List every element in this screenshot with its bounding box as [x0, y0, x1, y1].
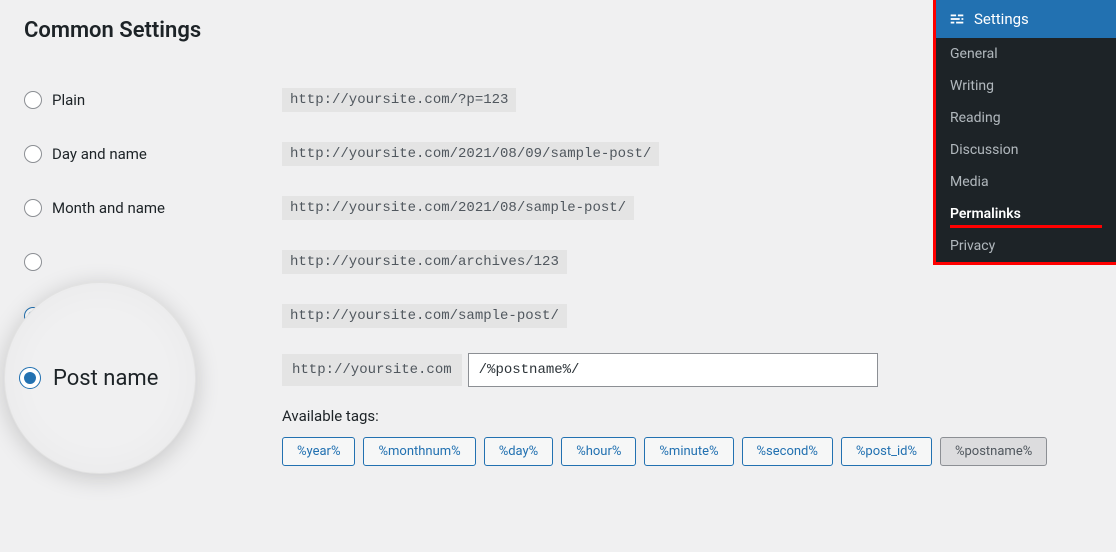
option-label-day-name: Day and name [52, 145, 147, 163]
tag-button-postname[interactable]: %postname% [940, 437, 1047, 466]
sidebar-item-privacy[interactable]: Privacy [936, 230, 1116, 262]
option-label-post-name: Post name [52, 307, 124, 325]
radio-custom-structure[interactable] [24, 361, 42, 379]
custom-url-prefix: http://yoursite.com [282, 354, 462, 386]
permalink-option-month-name: Month and name http://yoursite.com/2021/0… [24, 181, 1092, 235]
radio-plain[interactable] [24, 91, 42, 109]
url-sample-post-name: http://yoursite.com/sample-post/ [282, 304, 567, 328]
tag-button-monthnum[interactable]: %monthnum% [363, 437, 475, 466]
permalink-option-numeric: http://yoursite.com/archives/123 [24, 235, 1092, 289]
url-sample-plain: http://yoursite.com/?p=123 [282, 88, 516, 112]
available-tags-title: Available tags: [282, 407, 1092, 425]
radio-day-name[interactable] [24, 145, 42, 163]
url-sample-numeric: http://yoursite.com/archives/123 [282, 250, 567, 274]
option-label-plain: Plain [52, 91, 85, 109]
available-tags-section: Available tags: %year% %monthnum% %day%%ho… [282, 397, 1092, 466]
tag-button-day[interactable]: %day% [484, 437, 554, 466]
tag-button-minute[interactable]: %minute% [644, 437, 733, 466]
tag-button-year[interactable]: %year% [282, 437, 355, 466]
radio-post-name[interactable] [24, 307, 42, 325]
sidebar-item-reading[interactable]: Reading [936, 102, 1116, 134]
url-sample-day-name: http://yoursite.com/2021/08/09/sample-po… [282, 142, 659, 166]
radio-month-name[interactable] [24, 199, 42, 217]
tag-button-second[interactable]: %second% [742, 437, 833, 466]
permalink-option-custom: ucture http://yoursite.com [24, 343, 1092, 397]
tag-button-hour[interactable]: %hour% [561, 437, 636, 466]
radio-numeric[interactable] [24, 253, 42, 271]
sidebar-heading[interactable]: Settings [936, 0, 1116, 38]
custom-structure-input[interactable] [468, 353, 878, 387]
url-sample-month-name: http://yoursite.com/2021/08/sample-post/ [282, 196, 634, 220]
permalink-option-day-name: Day and name http://yoursite.com/2021/08/… [24, 127, 1092, 181]
sidebar-item-writing[interactable]: Writing [936, 70, 1116, 102]
permalink-option-plain: Plain http://yoursite.com/?p=123 [24, 73, 1092, 127]
section-heading: Common Settings [24, 18, 1092, 43]
settings-sidebar: Settings GeneralWritingReadingDiscussion… [936, 0, 1116, 262]
tag-button-post_id[interactable]: %post_id% [841, 437, 932, 466]
settings-icon [948, 10, 966, 28]
sidebar-item-discussion[interactable]: Discussion [936, 134, 1116, 166]
sidebar-item-general[interactable]: General [936, 38, 1116, 70]
sidebar-item-media[interactable]: Media [936, 166, 1116, 198]
sidebar-title: Settings [974, 10, 1029, 28]
sidebar-item-permalinks[interactable]: Permalinks [936, 198, 1116, 230]
permalink-option-post-name: Post name http://yoursite.com/sample-post… [24, 289, 1092, 343]
available-tags-list: %year% %monthnum% %day%%hour% %minute% %seco… [282, 437, 1092, 466]
option-label-month-name: Month and name [52, 199, 165, 217]
option-label-custom: ucture [52, 361, 94, 379]
